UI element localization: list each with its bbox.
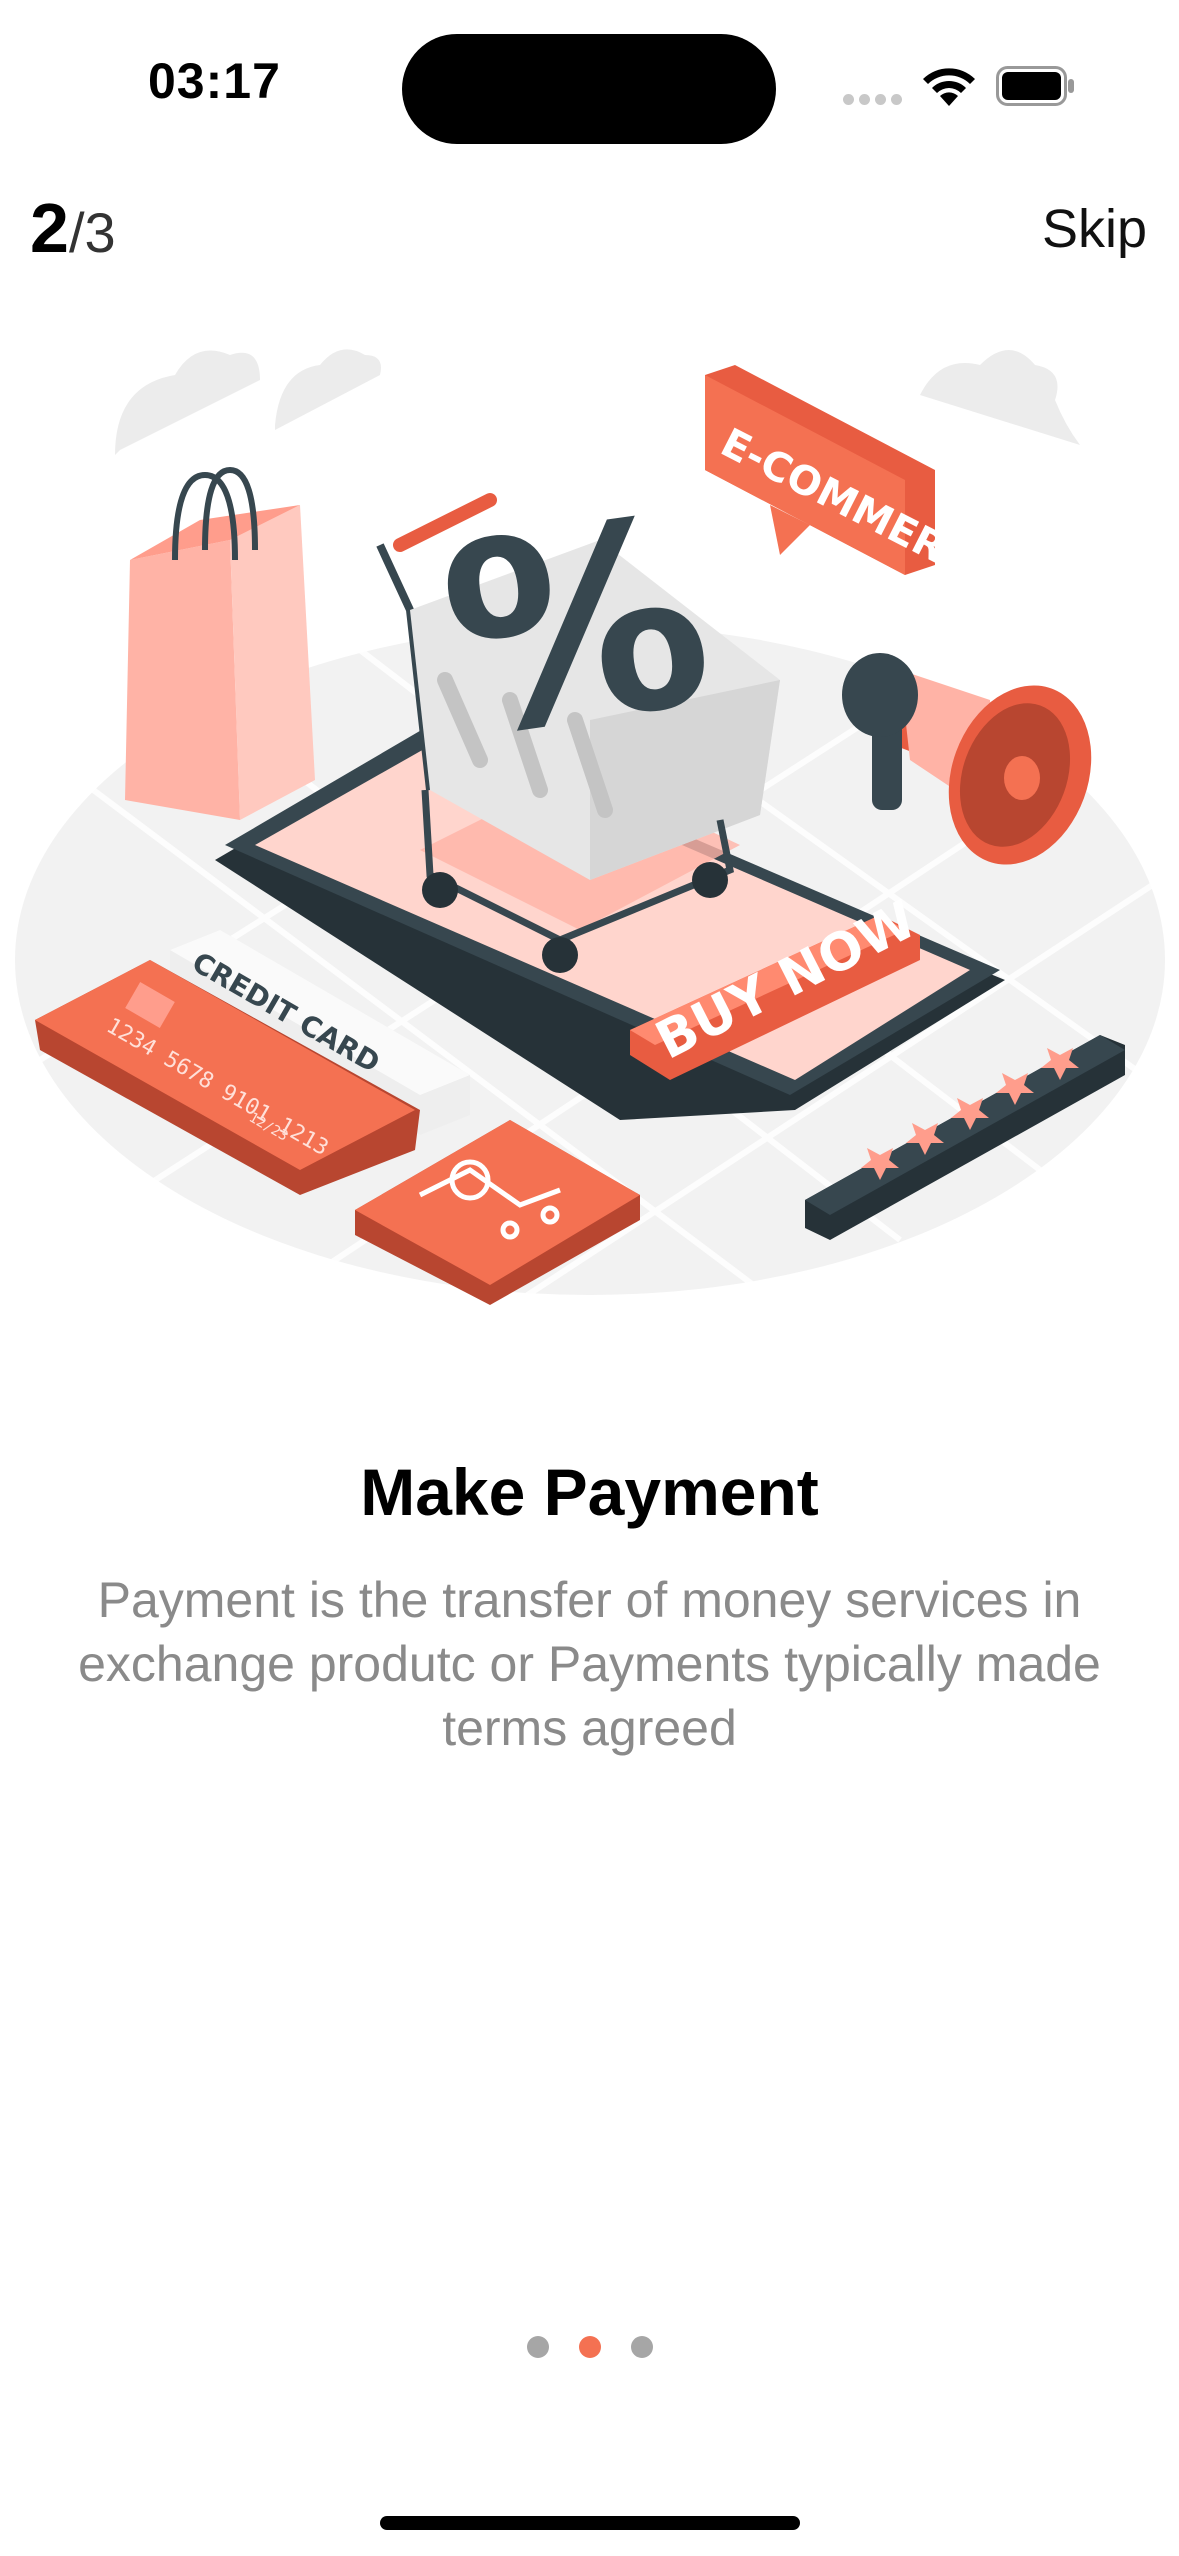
pagination-dot[interactable] xyxy=(630,2336,653,2358)
skip-button[interactable]: Skip xyxy=(1042,194,1147,264)
cellular-signal-icon xyxy=(843,92,907,110)
page-title: Make Payment xyxy=(360,1455,819,1529)
page-counter: 2/3 xyxy=(30,188,116,273)
pagination-dot[interactable] xyxy=(526,2336,549,2358)
pagination-dot-active[interactable] xyxy=(578,2336,601,2358)
ecommerce-illustration: E-COMMERCE % BUY NOW CREDIT CARD 1234 56… xyxy=(15,349,1165,1305)
dynamic-island xyxy=(402,34,776,144)
cloud-icon xyxy=(115,349,1080,455)
page-current: 2 xyxy=(30,189,69,267)
page-total: /3 xyxy=(68,201,116,264)
pagination-dots xyxy=(0,2336,1179,2366)
home-indicator[interactable] xyxy=(380,2516,800,2530)
status-time: 03:17 xyxy=(148,53,281,109)
wifi-icon xyxy=(923,68,975,106)
status-bar: 03:17 xyxy=(0,0,1179,170)
battery-icon xyxy=(996,66,1074,106)
page-description: Payment is the transfer of money service… xyxy=(78,1572,1101,1756)
onboarding-header: 2/3 Skip xyxy=(0,170,1179,280)
percent-symbol: % xyxy=(427,461,727,796)
shopping-bag-icon xyxy=(125,466,315,820)
